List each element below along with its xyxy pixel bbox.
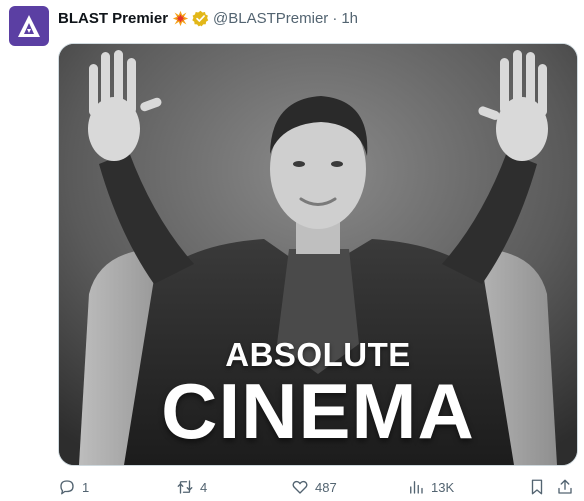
verified-badge-icon (192, 10, 209, 27)
views-count: 13K (431, 479, 455, 495)
retweet-count: 4 (200, 479, 208, 495)
views-button[interactable]: 13K (407, 476, 454, 498)
author-handle[interactable]: @BLASTPremier (213, 10, 328, 27)
retweet-icon (177, 480, 193, 494)
like-button[interactable]: 487 (291, 476, 337, 498)
tweet-image[interactable]: ABSOLUTE CINEMA (58, 43, 578, 466)
collision-emoji-icon (172, 10, 189, 27)
share-upload-icon (558, 479, 572, 494)
avatar[interactable] (9, 6, 49, 46)
tweet-header: BLAST Premier @BLASTPremier · 1h (58, 8, 358, 28)
reply-count: 1 (82, 479, 90, 495)
tweet: BLAST Premier @BLASTPremier · 1h ABSOLUT… (0, 0, 584, 501)
reply-button[interactable]: 1 (58, 476, 89, 498)
action-bar: 1 4 487 13K (58, 476, 576, 498)
views-chart-icon (410, 481, 423, 494)
like-count: 487 (315, 479, 337, 495)
bookmark-button[interactable] (528, 476, 546, 498)
retweet-button[interactable]: 4 (176, 476, 207, 498)
blast-logo-icon (18, 15, 40, 37)
share-button[interactable] (556, 476, 574, 498)
caption-cinema: CINEMA (161, 367, 475, 455)
author-name[interactable]: BLAST Premier (58, 10, 168, 27)
heart-icon (292, 480, 308, 494)
bookmark-icon (531, 479, 543, 495)
reply-icon (60, 480, 74, 495)
timestamp[interactable]: 1h (341, 10, 358, 27)
separator-dot: · (332, 9, 338, 27)
